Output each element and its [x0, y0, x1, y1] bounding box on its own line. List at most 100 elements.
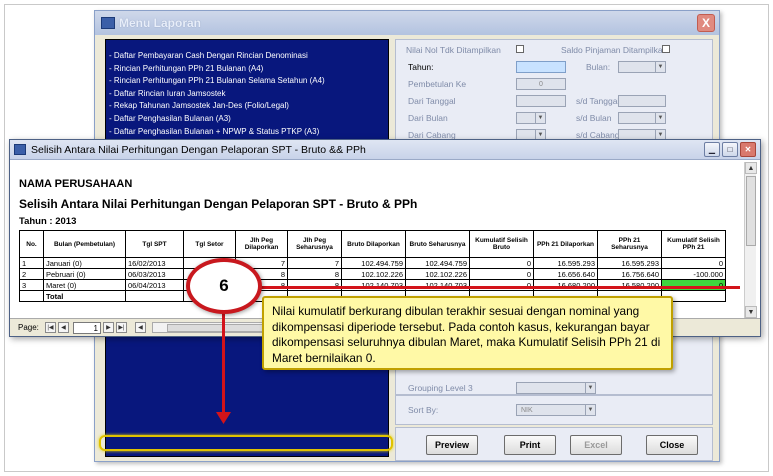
first-page-icon[interactable]: |◀ [44, 322, 56, 333]
menu-close-icon[interactable]: X [697, 14, 715, 32]
close-icon[interactable]: ✕ [740, 142, 756, 157]
print-button[interactable]: Print [504, 435, 556, 455]
table-cell: 0 [661, 257, 726, 269]
page-label: Page: [18, 323, 39, 332]
last-page-icon[interactable]: ▶| [115, 322, 127, 333]
vertical-scrollbar[interactable]: ▲ ▼ [744, 162, 757, 318]
report-year: Tahun : 2013 [19, 216, 77, 227]
report-list-item[interactable]: - Rincian Perhitungan PPh 21 Bulanan (A4… [106, 63, 388, 76]
table-cell: 8 [287, 268, 342, 280]
sort-by-label: Sort By: [408, 405, 439, 415]
step-number-badge: 6 [186, 258, 262, 314]
table-cell [19, 290, 44, 302]
selected-item-highlight [99, 435, 393, 451]
table-cell: 16/02/2013 [125, 257, 184, 269]
nilai-nol-label: Nilai Nol Tdk Ditampilkan [406, 45, 501, 55]
bulan-select[interactable]: ▼ [618, 61, 666, 73]
column-header: PPh 21 Seharusnya [597, 230, 662, 258]
table-cell [125, 290, 184, 302]
report-content: NAMA PERUSAHAAN Selisih Antara Nilai Per… [14, 162, 748, 318]
maximize-icon[interactable]: □ [722, 142, 738, 157]
app-icon [14, 144, 26, 155]
table-cell: 06/03/2013 [125, 268, 184, 280]
report-list-item[interactable]: - Rincian Perhitungan PPh 21 Bulanan Sel… [106, 75, 388, 88]
table-cell: 16.595.293 [597, 257, 662, 269]
arrow-down-icon [216, 412, 231, 424]
tahun-input[interactable] [516, 61, 566, 73]
saldo-pinjaman-checkbox[interactable] [662, 45, 670, 53]
scroll-up-icon[interactable]: ▲ [745, 162, 757, 174]
table-row: 1 Januari (0) 16/02/2013 7 7 102.494.759 102.4… [19, 257, 726, 269]
column-header: Bulan (Pembetulan) [43, 230, 126, 258]
report-list-item[interactable]: - Daftar Pembayaran Cash Dengan Rincian … [106, 50, 388, 63]
saldo-pinjaman-label: Saldo Pinjaman Ditampilkan [561, 45, 668, 55]
column-header: Bruto Seharusnya [405, 230, 470, 258]
dari-tanggal-input[interactable] [516, 95, 566, 107]
company-name: NAMA PERUSAHAAN [19, 178, 133, 190]
column-header: Bruto Dilaporkan [341, 230, 406, 258]
report-list-item[interactable]: - Daftar Penghasilan Bulanan (A3) [106, 113, 388, 126]
column-header: Kumulatif Selisih PPh 21 [661, 230, 726, 258]
app-icon [101, 17, 115, 29]
table-cell: Januari (0) [43, 257, 126, 269]
prev-page-icon[interactable]: ◀ [57, 322, 69, 333]
table-cell: -100.000 [661, 268, 726, 280]
table-cell: 3 [19, 279, 44, 291]
table-cell: Pebruari (0) [43, 268, 126, 280]
annotation-arrow-line [222, 296, 225, 418]
sd-tanggal-input[interactable] [618, 95, 666, 107]
table-cell: 1 [19, 257, 44, 269]
report-list-item[interactable]: - Rekap Tahunan Jamsostek Jan-Des (Folio… [106, 100, 388, 113]
column-header: Kumulatif Selisih Bruto [469, 230, 534, 258]
column-header: Jlh Peg Seharusnya [287, 230, 342, 258]
minimize-icon[interactable]: ▁ [704, 142, 720, 157]
spt-title-bar: Selisih Antara Nilai Perhitungan Dengan … [10, 140, 760, 160]
table-cell: 102.102.226 [341, 268, 406, 280]
table-cell: 102.102.226 [405, 268, 470, 280]
nilai-nol-checkbox[interactable] [516, 45, 524, 53]
report-list-item[interactable]: - Daftar Penghasilan Bulanan + NPWP & St… [106, 126, 388, 139]
column-header: Tgl SPT [125, 230, 184, 258]
report-list-item[interactable]: - Daftar Rincian Iuran Jamsostek [106, 88, 388, 101]
preview-button[interactable]: Preview [426, 435, 478, 455]
annotation-callout: Nilai kumulatif berkurang dibulan terakh… [262, 296, 673, 370]
pembetulan-label: Pembetulan Ke [408, 79, 467, 89]
tahun-label: Tahun: [408, 62, 434, 72]
grouping-select[interactable]: ▼ [516, 382, 596, 394]
column-header: No. [19, 230, 44, 258]
dari-tanggal-label: Dari Tanggal [408, 96, 456, 106]
column-header: Jlh Peg Dilaporkan [235, 230, 288, 258]
table-cell: 0 [469, 268, 534, 280]
chevron-down-icon: ▼ [655, 113, 665, 123]
excel-button[interactable]: Excel [570, 435, 622, 455]
close-button[interactable]: Close [646, 435, 698, 455]
scroll-left-icon[interactable]: ◀ [134, 322, 146, 333]
table-cell: Maret (0) [43, 279, 126, 291]
next-page-icon[interactable]: ▶ [102, 322, 114, 333]
report-title: Selisih Antara Nilai Perhitungan Dengan … [19, 197, 418, 211]
scroll-down-icon[interactable]: ▼ [745, 306, 757, 318]
sd-bulan-select[interactable]: ▼ [618, 112, 666, 124]
button-row: Preview Print Excel Close [395, 427, 713, 461]
scroll-thumb[interactable] [746, 176, 756, 246]
table-cell: 16.595.293 [533, 257, 598, 269]
chevron-down-icon: ▼ [585, 405, 595, 415]
sort-panel: Sort By: NIK ▼ [395, 395, 713, 425]
sd-bulan-label: s/d Bulan [576, 113, 612, 123]
table-cell: 102.494.759 [341, 257, 406, 269]
page-number-input[interactable]: 1 [72, 321, 101, 334]
chevron-down-icon: ▼ [585, 383, 595, 393]
pembetulan-input[interactable]: 0 [516, 78, 566, 90]
menu-title-bar: Menu Laporan X [95, 11, 719, 35]
sd-tanggal-label: s/d Tanggal [576, 96, 620, 106]
sort-by-select[interactable]: NIK ▼ [516, 404, 596, 416]
table-cell: 16.756.640 [597, 268, 662, 280]
dari-bulan-label: Dari Bulan [408, 113, 448, 123]
table-cell: 16.656.640 [533, 268, 598, 280]
spt-window-title: Selisih Antara Nilai Perhitungan Dengan … [31, 143, 366, 156]
table-cell: 06/04/2013 [125, 279, 184, 291]
table-cell: Total [43, 290, 126, 302]
dari-bulan-select[interactable]: ▼ [516, 112, 546, 124]
table-cell: 102.494.759 [405, 257, 470, 269]
menu-window-title: Menu Laporan [119, 16, 202, 30]
